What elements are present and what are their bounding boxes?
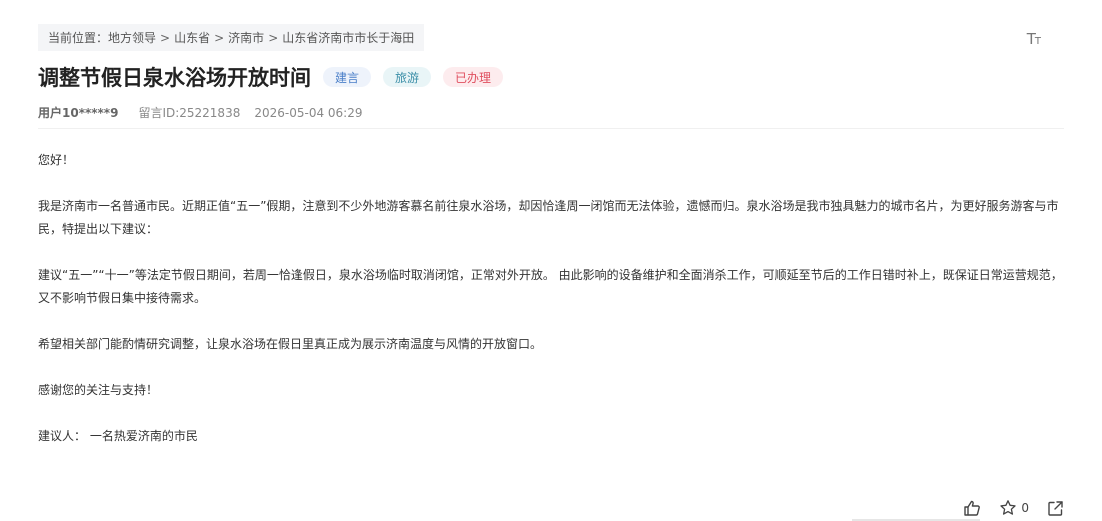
font-size-toggle-icon[interactable]: TT: [1027, 30, 1041, 48]
breadcrumb-prefix: 当前位置：: [48, 31, 109, 45]
thumbs-up-icon: [964, 500, 981, 516]
status-badge: 已办理: [443, 67, 504, 87]
page-title: 调整节假日泉水浴场开放时间: [38, 66, 311, 90]
breadcrumb-item-jinan[interactable]: 济南市: [228, 29, 264, 46]
like-button[interactable]: [963, 499, 981, 517]
message-meta: 用户10*****9 留言ID:25221838 2026-05-04 06:2…: [38, 104, 362, 121]
author-name: 用户10*****9: [38, 106, 119, 120]
hope-paragraph: 希望相关部门能酌情研究调整，让泉水浴场在假日里真正成为展示济南温度与风情的开放窗…: [38, 337, 543, 351]
favorite-button[interactable]: 0: [999, 499, 1029, 517]
thanks-paragraph: 感谢您的关注与支持！: [38, 383, 159, 397]
star-icon: [1000, 500, 1017, 515]
message-id: 留言ID:25221838: [138, 106, 241, 120]
favorite-count: 0: [1021, 501, 1029, 515]
share-icon: [1048, 500, 1063, 516]
message-content: 您好！ 我是济南市一名普通市民。近期正值“五一”假期，注意到不少外地游客慕名前往…: [38, 149, 1066, 448]
tag-suggestion: 建言: [323, 67, 372, 87]
message-detail-page: 当前位置： 地方领导 > 山东省 > 济南市 > 山东省济南市市长于海田 TT …: [0, 0, 1102, 521]
title-row: 调整节假日泉水浴场开放时间 建言 旅游 已办理: [38, 62, 504, 92]
tag-tourism: 旅游: [383, 67, 432, 87]
suggestion-paragraph: 建议“五一”“十一”等法定节假日期间，若周一恰逢假日，泉水浴场临时取消闭馆，正常…: [38, 268, 1063, 305]
share-button[interactable]: [1047, 500, 1064, 517]
breadcrumb-item-local-leaders[interactable]: 地方领导: [108, 29, 156, 46]
breadcrumb-separator: >: [214, 30, 225, 45]
breadcrumb-separator: >: [268, 30, 279, 45]
greeting-paragraph: 您好！: [38, 153, 75, 167]
breadcrumb-item-shandong[interactable]: 山东省: [174, 29, 210, 46]
signature-paragraph: 建议人： 一名热爱济南的市民: [38, 429, 198, 443]
breadcrumb-item-mayor[interactable]: 山东省济南市市长于海田: [282, 29, 414, 46]
breadcrumb: 当前位置： 地方领导 > 山东省 > 济南市 > 山东省济南市市长于海田: [38, 24, 425, 51]
background-paragraph: 我是济南市一名普通市民。近期正值“五一”假期，注意到不少外地游客慕名前往泉水浴场…: [38, 199, 1059, 236]
message-datetime: 2026-05-04 06:29: [254, 105, 363, 120]
breadcrumb-separator: >: [160, 30, 171, 45]
action-bar: 0: [963, 499, 1064, 517]
divider: [38, 128, 1064, 129]
